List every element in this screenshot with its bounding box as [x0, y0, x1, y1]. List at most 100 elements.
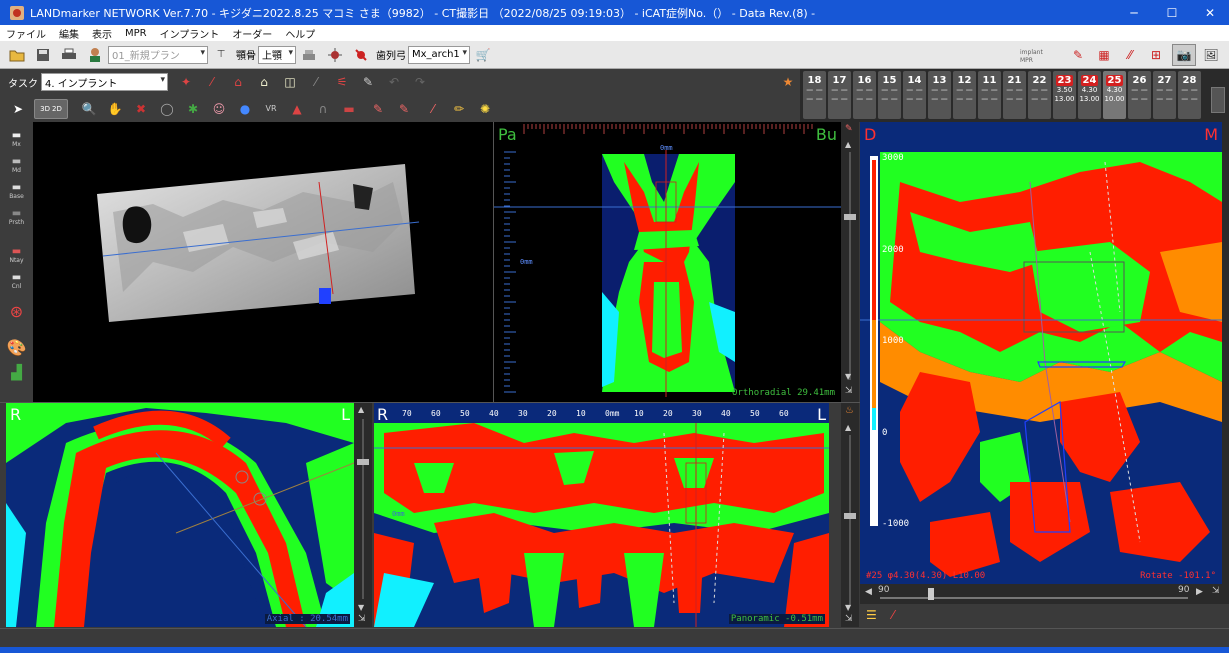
view-orthoradial[interactable]: Pa Bu 0mm 0mm Orthoradial 29.41mm: [494, 122, 841, 402]
plan-select[interactable]: 01_新規プラン: [108, 45, 208, 64]
tooth-25[interactable]: 25 4.30 10.00: [1103, 71, 1126, 119]
rotate-icon[interactable]: ◯: [157, 99, 177, 119]
tooth-21[interactable]: 21— — — —: [1003, 71, 1026, 119]
pano-down-arrow-icon[interactable]: ▼: [845, 603, 851, 612]
task-select[interactable]: 4. インプラント: [41, 73, 168, 91]
grid-icon[interactable]: ⊞: [1147, 46, 1165, 64]
tooth-24[interactable]: 24 4.30 13.00: [1078, 71, 1101, 119]
view-implant[interactable]: D M 3000 2000 1000 0 -1000 #25 φ4.30(4.3…: [860, 122, 1222, 584]
tooth-16[interactable]: 16— — — —: [853, 71, 876, 119]
menu-edit[interactable]: 編集: [59, 26, 79, 41]
implant-measure-icon[interactable]: ⁄: [892, 608, 894, 622]
ortho-pen-icon[interactable]: ✎: [845, 124, 853, 134]
view-divider-horizontal[interactable]: [0, 402, 860, 403]
implant-list-icon[interactable]: ☰: [866, 608, 877, 622]
rotate-right-arrow-icon[interactable]: ▶: [1196, 587, 1203, 597]
tooth-26[interactable]: 26— — — —: [1128, 71, 1151, 119]
arch-icon[interactable]: ∩: [313, 99, 333, 119]
axial-slider-thumb[interactable]: [357, 459, 369, 465]
tooth-18[interactable]: 18— — — —: [803, 71, 826, 119]
implant-pair-icon[interactable]: ⁄⁄: [1121, 46, 1139, 64]
plan-tool-icon[interactable]: ⊤: [212, 46, 230, 64]
marker-icon[interactable]: [326, 46, 344, 64]
ruler-icon[interactable]: ✏: [449, 99, 469, 119]
axial-down-arrow-icon[interactable]: ▼: [358, 603, 364, 612]
tooth-14[interactable]: 14— — — —: [903, 71, 926, 119]
pano-slider-thumb[interactable]: [844, 513, 856, 519]
tooth-17[interactable]: 17— — — —: [828, 71, 851, 119]
ortho-up-arrow-icon[interactable]: ▲: [845, 140, 851, 149]
tooth-23[interactable]: 23 3.50 13.00: [1053, 71, 1076, 119]
sphere-icon[interactable]: ●: [235, 99, 255, 119]
jaw-select[interactable]: 上顎: [258, 45, 296, 64]
crown-icon[interactable]: ⌂: [254, 72, 274, 92]
marker-delete-icon[interactable]: [352, 46, 370, 64]
menu-view[interactable]: 表示: [92, 26, 112, 41]
erase-icon[interactable]: ✎: [394, 99, 414, 119]
undo-icon[interactable]: ↶: [384, 72, 404, 92]
jaw-tool-icon[interactable]: [300, 46, 318, 64]
ortho-slider-thumb[interactable]: [844, 214, 856, 220]
implant-tool-icon[interactable]: ✦: [176, 72, 196, 92]
implant-house-icon[interactable]: ⌂: [228, 72, 248, 92]
tooth-11[interactable]: 11— — — —: [978, 71, 1001, 119]
tooth-22[interactable]: 22— — — —: [1028, 71, 1051, 119]
axial-slider[interactable]: ▲ ▼ ⇲: [354, 403, 372, 627]
prsth-tool[interactable]: ▬ Prsth: [6, 208, 28, 226]
pano-fit-icon[interactable]: ⇲: [845, 614, 853, 624]
cnl-tool[interactable]: ▬ Cnl: [6, 272, 28, 290]
crown-edit-icon[interactable]: ◫: [280, 72, 300, 92]
save-icon[interactable]: [34, 46, 52, 64]
axial-up-arrow-icon[interactable]: ▲: [358, 405, 364, 414]
redo-icon[interactable]: ↷: [410, 72, 430, 92]
view-divider-vertical[interactable]: [493, 122, 494, 402]
menu-file[interactable]: ファイル: [6, 26, 46, 41]
pano-flame-icon[interactable]: ♨: [845, 405, 854, 416]
arch-select[interactable]: Mx_arch1: [408, 45, 470, 64]
measure-icon[interactable]: ⁄: [423, 99, 443, 119]
patient-icon[interactable]: [86, 46, 104, 64]
axes-icon[interactable]: ✱: [183, 99, 203, 119]
screenshot-icon[interactable]: 🖼: [1202, 46, 1220, 64]
pano-up-arrow-icon[interactable]: ▲: [845, 423, 851, 432]
lifebuoy-icon[interactable]: ⊛: [6, 302, 28, 321]
tooth-13[interactable]: 13— — — —: [928, 71, 951, 119]
vr-icon[interactable]: VR: [261, 99, 281, 119]
ortho-fit-icon[interactable]: ⇲: [845, 386, 853, 396]
ortho-down-arrow-icon[interactable]: ▼: [845, 372, 851, 381]
axial-fit-icon[interactable]: ⇲: [358, 614, 366, 624]
mx-tool[interactable]: ▬ Mx: [6, 130, 28, 148]
favorite-icon[interactable]: ★: [778, 72, 798, 92]
rotation-thumb[interactable]: [928, 588, 934, 600]
face-icon[interactable]: ☺: [209, 99, 229, 119]
cross-icon[interactable]: ✖: [131, 99, 151, 119]
view-3d[interactable]: [33, 122, 493, 402]
md-tool[interactable]: ▬ Md: [6, 156, 28, 174]
implant-red-icon[interactable]: ✎: [1069, 46, 1087, 64]
tooth-15[interactable]: 15— — — —: [878, 71, 901, 119]
nerve-icon[interactable]: ⚟: [332, 72, 352, 92]
pen-icon[interactable]: ⁄: [306, 72, 326, 92]
view-axial[interactable]: R L Axial : 20.54mm: [6, 403, 354, 627]
implant-rotation-slider[interactable]: ◀ 90 90 ▶ ⇲: [860, 584, 1229, 604]
brush-icon[interactable]: ✎: [368, 99, 388, 119]
rotate-left-arrow-icon[interactable]: ◀: [865, 587, 872, 597]
implant-mpr-button[interactable]: implant MPR: [1020, 45, 1056, 65]
menu-mpr[interactable]: MPR: [125, 28, 147, 39]
implant-add-icon[interactable]: ⁄: [202, 72, 222, 92]
tooth-12[interactable]: 12— — — —: [953, 71, 976, 119]
menu-order[interactable]: オーダー: [232, 26, 272, 41]
tooth-28[interactable]: 28— — — —: [1178, 71, 1201, 119]
minimize-button[interactable]: ─: [1115, 0, 1153, 25]
camera-icon[interactable]: 📷: [1172, 44, 1196, 66]
histogram-icon[interactable]: ▟: [6, 364, 28, 382]
calculator-icon[interactable]: ▦: [1095, 46, 1113, 64]
print-icon[interactable]: [60, 46, 78, 64]
ortho-slider[interactable]: ✎ ▲ ▼ ⇲: [841, 122, 859, 402]
maximize-button[interactable]: ☐: [1153, 0, 1191, 25]
close-button[interactable]: ✕: [1191, 0, 1229, 25]
palette-icon[interactable]: 🎨: [6, 338, 28, 357]
menu-help[interactable]: ヘルプ: [285, 26, 315, 41]
tooth-scrollbar[interactable]: [1207, 69, 1229, 122]
ntay-tool[interactable]: ▬ Ntay: [6, 246, 28, 264]
